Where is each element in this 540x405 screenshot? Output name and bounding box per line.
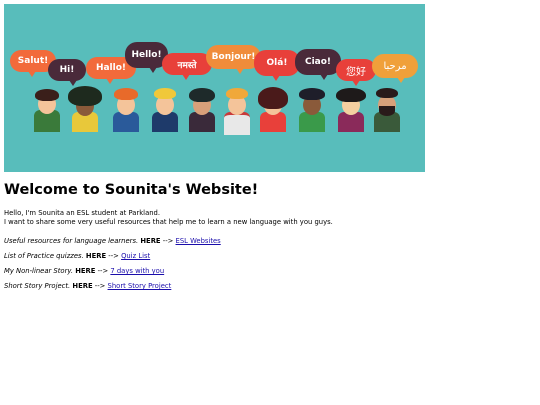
resource-row-quiz-list: List of Practice quizzes. HERE --> Quiz … [4, 252, 151, 260]
speech-bubble-nihao: 您好 [336, 59, 376, 86]
person-illustration-2 [68, 86, 102, 132]
resource-row-short-story: Short Story Project. HERE --> Short Stor… [4, 282, 172, 290]
person-illustration-1 [32, 86, 62, 132]
person-illustration-4 [150, 86, 180, 132]
main-content: Welcome to Sounita's Website! Hello, I'm… [4, 180, 524, 291]
quiz-list-link[interactable]: Quiz List [121, 252, 150, 260]
page-title: Welcome to Sounita's Website! [4, 182, 259, 198]
resource-row-esl-websites: Useful resources for language learners. … [4, 237, 221, 245]
person-illustration-7 [256, 86, 290, 132]
7-days-with-you-link[interactable]: 7 days with you [110, 267, 164, 275]
person-illustration-9 [334, 86, 368, 132]
intro-text: Hello, I'm Sounita an ESL student at Par… [4, 209, 524, 227]
person-illustration-6 [222, 86, 252, 135]
person-illustration-8 [296, 86, 328, 132]
speech-bubble-namaste: नमस्ते [162, 53, 212, 80]
short-story-project-link[interactable]: Short Story Project [108, 282, 172, 290]
esl-websites-link[interactable]: ESL Websites [176, 237, 221, 245]
speech-bubble-ciao: Ciao! [295, 49, 341, 80]
intro-line-1: Hello, I'm Sounita an ESL student at Par… [4, 209, 161, 217]
person-illustration-10 [372, 86, 402, 132]
resource-row-nonlinear-story: My Non-linear Story. HERE --> 7 days wit… [4, 267, 165, 275]
person-illustration-3 [110, 86, 142, 132]
speech-bubble-hi: Hi! [48, 59, 86, 86]
speech-bubble-marhaba: مرحبا [372, 54, 418, 83]
header-banner-image: Salut! Hi! Hallo! Hello! नमस्ते Bonjour!… [4, 4, 425, 172]
person-illustration-5 [186, 86, 218, 132]
intro-line-2: I want to share some very useful resourc… [4, 218, 333, 226]
speech-bubble-ola: Olá! [254, 50, 300, 81]
speech-bubble-bonjour: Bonjour! [206, 45, 261, 74]
